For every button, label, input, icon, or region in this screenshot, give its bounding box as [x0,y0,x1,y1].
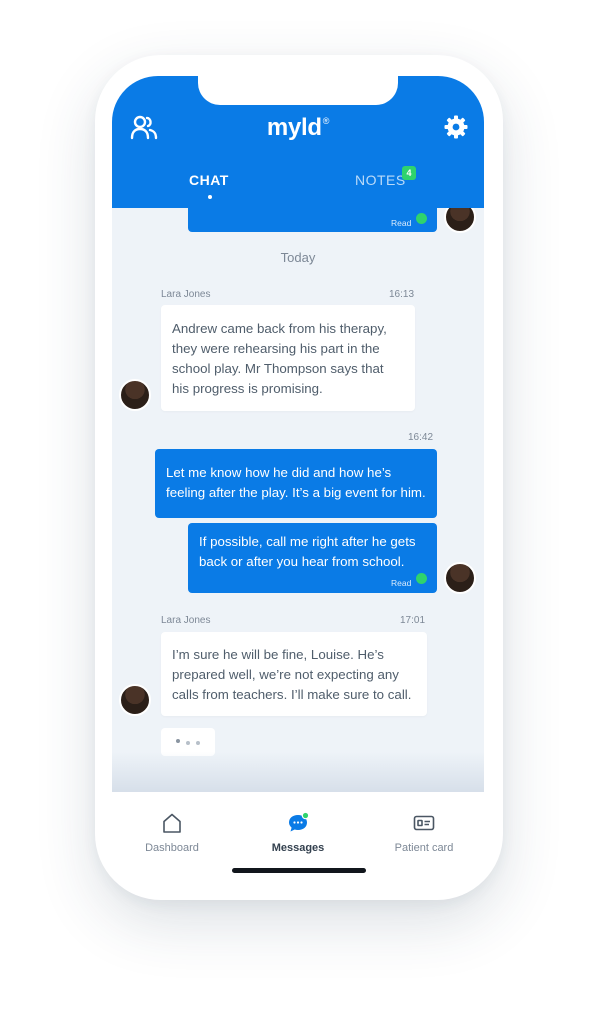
bottom-nav: Dashboard Messages Patient card [112,792,484,874]
avatar-outgoing [444,208,476,233]
avatar-outgoing [444,562,476,594]
message-time: 16:13 [389,289,415,300]
message-bubble-incoming[interactable]: Andrew came back from his therapy, they … [161,305,415,411]
read-check-icon [416,213,427,224]
message-time: 16:42 [408,432,434,443]
typing-indicator [161,728,215,756]
app-header: myld® CHAT NOTES 4 [112,76,484,208]
home-indicator [232,868,366,873]
message-line: calls from teachers. I’ll make sure to c… [172,687,412,702]
message-bubble-outgoing[interactable]: If possible, call me right after he gets… [188,523,437,593]
page: myld® CHAT NOTES 4 Read Today Lara Jones… [0,0,594,1028]
logo-registered-mark: ® [322,116,330,126]
message-bubble-incoming[interactable]: I’m sure he will be fine, Louise. He’s p… [161,632,427,716]
nav-label: Patient card [394,842,454,854]
gear-icon[interactable] [444,115,468,139]
notes-count-badge: 4 [402,166,416,180]
logo-text: myld [266,114,322,141]
message-bubble-outgoing[interactable]: Let me know how he did and how he’s feel… [155,449,437,518]
tab-chat[interactable]: CHAT [189,172,229,188]
typing-dot [186,741,190,745]
app-logo: myld® [112,114,484,142]
message-line: school play. Mr Thompson says that [172,361,384,376]
phone-screen: myld® CHAT NOTES 4 Read Today Lara Jones… [112,76,484,874]
message-line: prepared well, we’re not expecting any [172,667,399,682]
message-line: Andrew came back from his therapy, [172,321,387,336]
tab-notes[interactable]: NOTES [355,172,406,188]
messages-icon [289,812,309,832]
home-icon [163,813,181,833]
avatar-incoming [119,379,151,411]
typing-dot [176,739,180,743]
message-sender: Lara Jones [161,615,211,626]
message-line: they were rehearsing his part in the [172,341,380,356]
phone-notch [198,76,398,105]
message-bubble-outgoing-partial[interactable]: Read [188,208,437,232]
message-line: Let me know how he did and how he’s [166,465,392,480]
nav-label: Dashboard [145,842,199,854]
typing-dot [196,741,200,745]
message-line: If possible, call me right after he gets [199,534,416,549]
date-separator: Today [280,250,316,265]
nav-label: Messages [271,842,325,854]
message-line: feeling after the play. It’s a big event… [166,485,426,500]
message-line: his progress is promising. [172,381,323,396]
id-card-icon [413,815,435,831]
message-line: back or after you hear from school. [199,554,405,569]
read-check-icon [416,573,427,584]
message-sender: Lara Jones [161,289,211,300]
tab-chat-active-indicator [208,195,212,199]
avatar-incoming [119,684,151,716]
chat-thread[interactable]: Read Today Lara Jones 16:13 Andrew came … [112,208,484,792]
message-line: I’m sure he will be fine, Louise. He’s [172,647,384,662]
read-status: Read [391,578,412,588]
message-time: 17:01 [400,615,426,626]
read-status: Read [391,218,412,228]
